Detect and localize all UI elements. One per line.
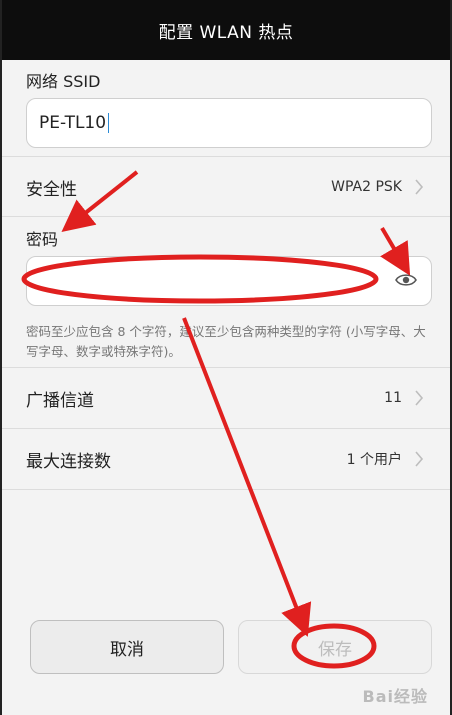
text-caret (108, 113, 110, 133)
chevron-right-icon (412, 388, 426, 408)
security-label: 安全性 (26, 179, 77, 200)
ssid-input[interactable]: PE-TL10 (26, 98, 432, 148)
chevron-right-icon (412, 449, 426, 469)
divider (2, 216, 450, 217)
cancel-button[interactable]: 取消 (30, 620, 224, 674)
max-connections-value: 1 个用户 (346, 452, 402, 468)
wlan-hotspot-screen: 配置 WLAN 热点 网络 SSID PE-TL10 安全性 WPA2 PSK … (0, 0, 452, 715)
channel-value-group: 11 (384, 388, 426, 408)
ssid-value: PE-TL10 (39, 113, 107, 133)
max-connections-label: 最大连接数 (26, 451, 111, 472)
security-value-group: WPA2 PSK (331, 177, 426, 197)
password-input[interactable] (26, 256, 432, 306)
divider (2, 489, 450, 490)
save-button[interactable]: 保存 (238, 620, 432, 674)
channel-label: 广播信道 (26, 390, 94, 411)
max-connections-row[interactable]: 最大连接数 1 个用户 (2, 429, 450, 489)
channel-value: 11 (384, 390, 402, 406)
chevron-right-icon (412, 177, 426, 197)
channel-row[interactable]: 广播信道 11 (2, 368, 450, 428)
password-hint: 密码至少应包含 8 个字符，建议至少包含两种类型的字符 (小写字母、大写字母、数… (26, 324, 426, 359)
max-connections-value-group: 1 个用户 (347, 449, 426, 469)
security-row[interactable]: 安全性 WPA2 PSK (2, 157, 450, 217)
password-label: 密码 (26, 230, 59, 249)
security-value: WPA2 PSK (331, 179, 402, 195)
eye-icon[interactable] (395, 272, 417, 293)
watermark: Bai经验 (362, 687, 428, 706)
page-title: 配置 WLAN 热点 (158, 22, 294, 43)
ssid-label: 网络 SSID (26, 72, 101, 91)
title-bar: 配置 WLAN 热点 (2, 0, 450, 60)
